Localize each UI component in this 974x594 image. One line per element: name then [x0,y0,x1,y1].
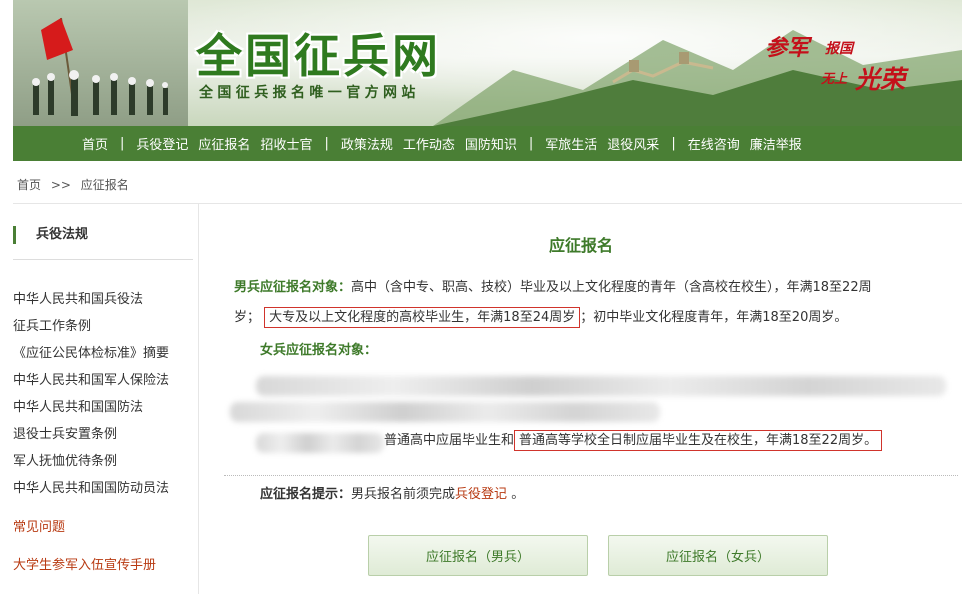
female-eligibility-label-row: 女兵应征报名对象： [260,336,377,366]
tip-end: 。 [511,487,525,502]
enlistment-tip: 应征报名提示：男兵报名前须完成兵役登记 。 [260,480,524,510]
nav-veterans[interactable]: 退役风采 [602,134,664,153]
breadcrumb-separator: >> [50,178,71,192]
sidebar-item-military-service-law[interactable]: 中华人民共和国兵役法 [13,290,169,317]
nav-defense-knowledge[interactable]: 国防知识 [460,134,522,153]
sidebar-faq-link[interactable]: 常见问题 [13,516,65,535]
header-banner: 全国征兵网 全国征兵报名唯一官方网站 参军 报国 无上 光荣 [13,0,962,126]
dotted-divider [224,475,958,476]
enlist-male-button[interactable]: 应征报名（男兵） [368,535,588,576]
flag-icon [32,17,168,116]
motto-slogan: 参军 报国 无上 光荣 [765,30,915,100]
sidebar-manual-link[interactable]: 大学生参军入伍宣传手册 [13,554,156,573]
nav-integrity-report[interactable]: 廉洁举报 [745,134,807,153]
page-title: 应征报名 [548,236,613,255]
site-subtitle: 全国征兵报名唯一官方网站 [199,85,420,101]
sidebar-title: 兵役法规 [13,226,88,244]
main-nav: 首页 | 兵役登记 应征报名 招收士官 | 政策法规 工作动态 国防知识 | 军… [13,126,962,161]
motto-part: 报国 [825,41,853,57]
sidebar: 兵役法规 中华人民共和国兵役法 征兵工作条例 《应征公民体检标准》摘要 中华人民… [13,204,199,594]
nav-nco-recruitment[interactable]: 招收士官 [255,134,317,153]
nav-separator: | [671,136,676,151]
male-eligibility-text-3: ；初中毕业文化程度青年，年满18至20周岁。 [580,310,848,325]
sidebar-item-physical-standard[interactable]: 《应征公民体检标准》摘要 [13,344,169,371]
main-content: 应征报名 男兵应征报名对象：高中（含中专、职高、技校）毕业及以上文化程度的青年（… [200,204,962,594]
male-eligibility-text-2: 岁； [234,310,261,325]
female-eligibility-text: 普通高中应届毕业生和 普通高等学校全日制应届毕业生及在校生，年满18至22周岁。 [384,426,883,456]
tip-registration-link[interactable]: 兵役登记 [455,487,507,502]
blurred-text [230,402,660,422]
nav-separator: | [528,136,534,151]
nav-separator: | [324,136,329,151]
breadcrumb-home[interactable]: 首页 [17,178,41,192]
male-eligibility-text-1: 高中（含中专、职高、技校）毕业及以上文化程度的青年（含高校在校生），年满18至2… [351,280,872,295]
female-eligibility-highlight: 普通高等学校全日制应届毕业生及在校生，年满18至22周岁。 [514,430,883,451]
motto-part: 无上 [821,72,848,87]
male-eligibility-highlight: 大专及以上文化程度的高校毕业生，年满18至24周岁 [264,307,581,328]
site-logo[interactable]: 全国征兵网 [196,20,441,86]
sidebar-list: 中华人民共和国兵役法 征兵工作条例 《应征公民体检标准》摘要 中华人民共和国军人… [13,290,169,506]
tip-label: 应征报名提示： [260,487,352,502]
sidebar-item-veteran-placement[interactable]: 退役士兵安置条例 [13,425,169,452]
female-eligibility-text-1: 普通高中应届毕业生和 [384,433,515,448]
breadcrumb: 首页 >> 应征报名 [17,176,135,193]
nav-work-news[interactable]: 工作动态 [398,134,460,153]
sidebar-item-defense-mobilization-law[interactable]: 中华人民共和国国防动员法 [13,479,169,506]
sidebar-item-national-defense-law[interactable]: 中华人民共和国国防法 [13,398,169,425]
breadcrumb-current: 应征报名 [80,178,129,192]
honor-guard-image [13,0,188,126]
nav-military-registration[interactable]: 兵役登记 [131,134,193,153]
sidebar-item-military-insurance-law[interactable]: 中华人民共和国军人保险法 [13,371,169,398]
tip-text: 男兵报名前须完成 [351,487,456,502]
nav-home[interactable]: 首页 [77,134,113,153]
sidebar-divider [13,259,193,260]
nav-policies[interactable]: 政策法规 [336,134,398,153]
nav-online-consult[interactable]: 在线咨询 [683,134,745,153]
motto-part: 光荣 [855,65,906,94]
nav-enlistment[interactable]: 应征报名 [193,134,255,153]
male-eligibility-label: 男兵应征报名对象： [234,280,352,295]
nav-separator: | [120,136,125,151]
blurred-text [256,376,946,396]
male-eligibility-text: 男兵应征报名对象：高中（含中专、职高、技校）毕业及以上文化程度的青年（含高校在校… [234,273,954,333]
sidebar-item-conscription-regulations[interactable]: 征兵工作条例 [13,317,169,344]
motto-part: 参军 [765,35,810,61]
blurred-text [256,433,384,453]
nav-military-life[interactable]: 军旅生活 [540,134,602,153]
female-eligibility-label: 女兵应征报名对象： [260,343,378,358]
enlist-female-button[interactable]: 应征报名（女兵） [608,535,828,576]
sidebar-item-pension-regulations[interactable]: 军人抚恤优待条例 [13,452,169,479]
